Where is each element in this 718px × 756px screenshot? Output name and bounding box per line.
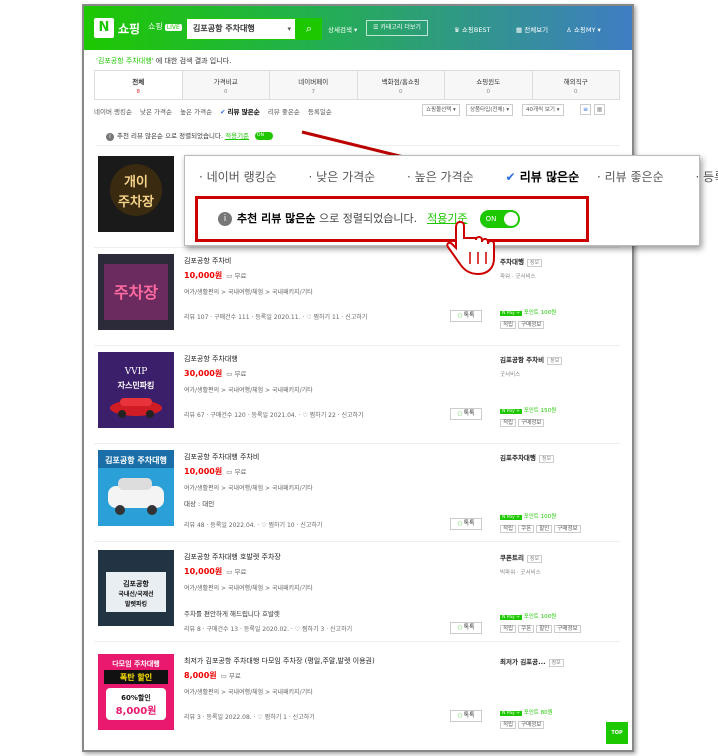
zoom-sort-naver-ranking[interactable]: · 네이버 랭킹순 <box>199 170 291 184</box>
zoom-notice-bold: 추천 리뷰 많은순 <box>237 212 316 225</box>
zoom-sort-bar: · 네이버 랭킹순 · 낮은 가격순 · 높은 가격순 리뷰 많은순 · 리뷰 … <box>199 168 718 185</box>
zoom-notice-text: 으로 정렬되었습니다. <box>319 212 418 225</box>
zoom-sort-low-price[interactable]: · 낮은 가격순 <box>309 170 390 184</box>
zoom-sort-best-reviews[interactable]: · 리뷰 좋은순 <box>597 170 678 184</box>
zoom-sort-label: 높은 가격순 <box>414 170 474 184</box>
zoom-sort-high-price[interactable]: · 높은 가격순 <box>407 170 488 184</box>
annotation-arrow <box>301 130 452 174</box>
hand-cursor-icon <box>446 220 495 276</box>
zoom-notice-highlight: i 추천 리뷰 많은순 으로 정렬되었습니다. 적용기준 ON <box>195 196 589 242</box>
zoom-sort-label: 네이버 랭킹순 <box>206 170 277 184</box>
zoom-callout: · 네이버 랭킹순 · 낮은 가격순 · 높은 가격순 리뷰 많은순 · 리뷰 … <box>184 155 718 246</box>
zoom-sort-label: 등록일순 <box>703 170 718 184</box>
zoom-sort-label: 리뷰 좋은순 <box>604 170 664 184</box>
info-icon: i <box>218 212 232 226</box>
zoom-sort-newest[interactable]: · 등록일순 <box>695 170 718 184</box>
zoom-sort-most-reviews[interactable]: 리뷰 많은순 <box>506 170 580 184</box>
zoom-sort-label: 낮은 가격순 <box>316 170 376 184</box>
